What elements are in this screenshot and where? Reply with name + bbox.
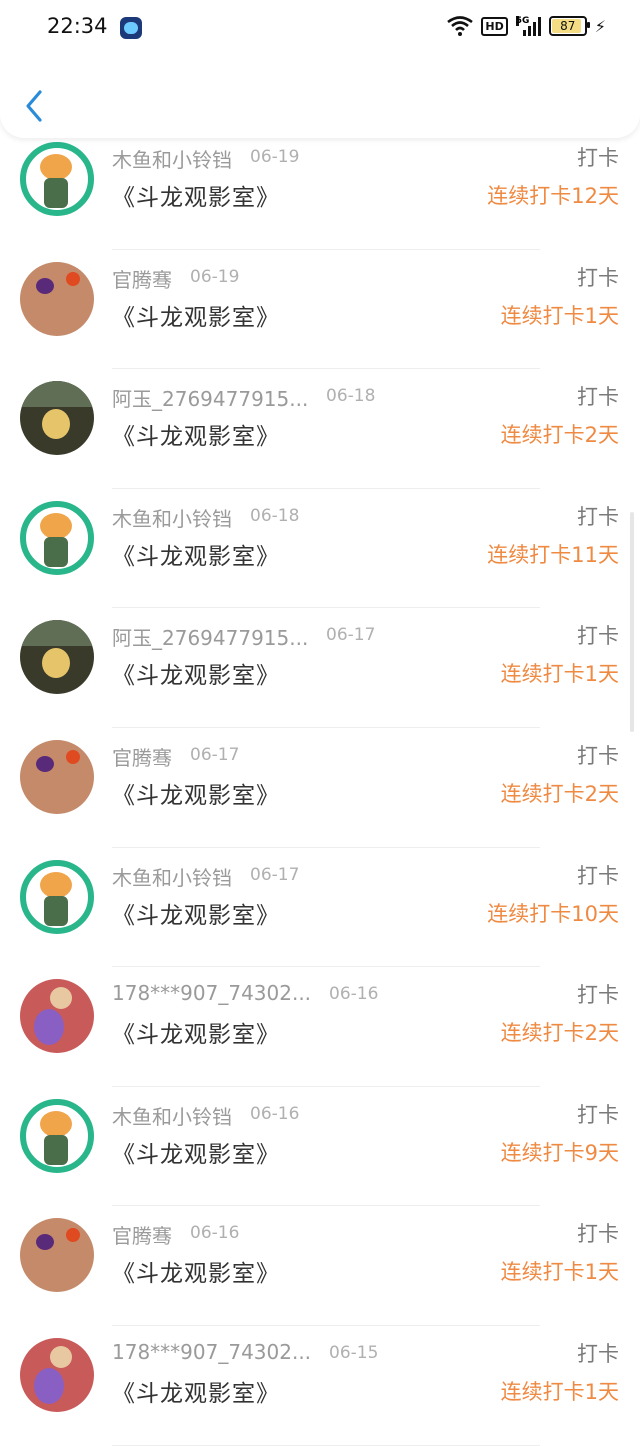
chevron-left-icon[interactable] — [20, 86, 52, 126]
user-name[interactable]: 木鱼和小铃铛 — [112, 1101, 232, 1130]
feed-item[interactable]: 178***907_74302... 06-16 《斗龙观影室》 打卡连续打卡2天 — [0, 967, 640, 1087]
feed-item[interactable]: 官腾骞 06-16 《斗龙观影室》 打卡连续打卡1天 — [0, 1206, 640, 1326]
streak-label: 连续打卡11天 — [487, 542, 619, 567]
status-bar: 22:34 HD 5G 87 ⚡ — [0, 0, 640, 58]
checkin-title[interactable]: 《斗龙观影室》 — [112, 1254, 280, 1288]
feed-item[interactable]: 官腾骞 06-19 《斗龙观影室》 打卡连续打卡1天 — [0, 250, 640, 370]
checkin-date: 06-16 — [190, 1223, 240, 1244]
streak-label: 连续打卡1天 — [500, 303, 619, 328]
avatar[interactable] — [20, 142, 94, 216]
feed-item[interactable]: 阿玉_2769477915... 06-17 《斗龙观影室》 打卡连续打卡1天 — [0, 608, 640, 728]
user-name[interactable]: 木鱼和小铃铛 — [112, 144, 232, 173]
checkin-title[interactable]: 《斗龙观影室》 — [112, 178, 280, 212]
battery-level: 87 — [560, 19, 576, 33]
avatar[interactable] — [20, 979, 94, 1054]
avatar[interactable] — [20, 381, 94, 456]
battery-icon: 87 — [548, 16, 590, 36]
avatar[interactable] — [20, 1098, 94, 1173]
avatar[interactable] — [20, 500, 94, 575]
checkin-date: 06-16 — [250, 1103, 300, 1124]
feed-item[interactable]: 178***907_74302... 06-15 《斗龙观影室》 打卡连续打卡1天 — [0, 1326, 640, 1446]
user-name[interactable]: 阿玉_2769477915... — [112, 383, 308, 412]
checkin-action-label: 打卡 — [577, 385, 619, 410]
scrollbar[interactable] — [630, 512, 634, 732]
user-name[interactable]: 木鱼和小铃铛 — [112, 862, 232, 891]
user-name[interactable]: 木鱼和小铃铛 — [112, 503, 232, 532]
streak-label: 连续打卡2天 — [500, 423, 619, 448]
avatar[interactable] — [20, 261, 94, 336]
checkin-title[interactable]: 《斗龙观影室》 — [112, 656, 280, 690]
checkin-date: 06-18 — [250, 505, 300, 526]
signal-icon: 5G — [515, 16, 541, 36]
feed-item[interactable]: 木鱼和小铃铛 06-19 《斗龙观影室》 打卡连续打卡12天 — [0, 130, 640, 250]
streak-label: 连续打卡1天 — [500, 662, 619, 687]
hd-icon: HD — [481, 16, 508, 36]
checkin-date: 06-18 — [326, 386, 376, 407]
user-name[interactable]: 178***907_74302... — [112, 1340, 311, 1364]
streak-label: 连续打卡12天 — [487, 184, 619, 208]
feed-item[interactable]: 阿玉_2769477915... 06-18 《斗龙观影室》 打卡连续打卡2天 — [0, 369, 640, 489]
checkin-action-label: 打卡 — [577, 146, 619, 170]
streak-label: 连续打卡2天 — [500, 1021, 619, 1046]
avatar[interactable] — [20, 1337, 94, 1412]
checkin-feed-list: 木鱼和小铃铛 06-19 《斗龙观影室》 打卡 连续打卡12天 官腾骞 06-19 《斗龙观影… — [0, 130, 640, 1446]
app-badge-icon — [120, 17, 142, 39]
checkin-date: 06-19 — [250, 147, 300, 167]
user-name[interactable]: 178***907_74302... — [112, 981, 311, 1005]
user-name[interactable]: 阿玉_2769477915... — [112, 622, 308, 651]
network-type-label: 5G — [515, 16, 530, 26]
streak-label: 连续打卡2天 — [500, 781, 619, 806]
user-name[interactable]: 官腾骞 — [112, 1220, 172, 1249]
feed-item[interactable]: 木鱼和小铃铛 06-18 《斗龙观影室》 打卡连续打卡11天 — [0, 489, 640, 609]
streak-label: 连续打卡10天 — [487, 901, 619, 926]
avatar[interactable] — [20, 1218, 94, 1293]
checkin-action-label: 打卡 — [577, 504, 619, 529]
checkin-action-label: 打卡 — [577, 624, 619, 649]
checkin-title[interactable]: 《斗龙观影室》 — [112, 298, 280, 332]
checkin-title[interactable]: 《斗龙观影室》 — [112, 1015, 280, 1049]
checkin-title[interactable]: 《斗龙观影室》 — [112, 537, 280, 571]
feed-item[interactable]: 木鱼和小铃铛 06-17 《斗龙观影室》 打卡连续打卡10天 — [0, 848, 640, 968]
avatar[interactable] — [20, 859, 94, 934]
user-name[interactable]: 官腾骞 — [112, 264, 172, 293]
checkin-action-label: 打卡 — [577, 1102, 619, 1127]
checkin-title[interactable]: 《斗龙观影室》 — [112, 1374, 280, 1408]
checkin-date: 06-17 — [250, 864, 300, 885]
checkin-date: 06-16 — [329, 984, 379, 1005]
streak-label: 连续打卡9天 — [500, 1140, 619, 1165]
top-nav-bar — [0, 58, 640, 138]
checkin-action-label: 打卡 — [577, 1341, 619, 1366]
checkin-action-label: 打卡 — [577, 1222, 619, 1247]
status-icons: HD 5G 87 ⚡ — [447, 16, 606, 36]
streak-label: 连续打卡1天 — [500, 1260, 619, 1285]
checkin-title[interactable]: 《斗龙观影室》 — [112, 417, 280, 451]
checkin-action-label: 打卡 — [577, 743, 619, 768]
checkin-title[interactable]: 《斗龙观影室》 — [112, 776, 280, 810]
wifi-icon — [447, 16, 474, 36]
checkin-date: 06-17 — [326, 625, 376, 646]
checkin-date: 06-17 — [190, 744, 240, 765]
checkin-title[interactable]: 《斗龙观影室》 — [112, 1135, 280, 1169]
streak-label: 连续打卡1天 — [500, 1379, 619, 1404]
checkin-date: 06-19 — [190, 266, 240, 287]
divider — [112, 1444, 540, 1446]
checkin-action-label: 打卡 — [577, 265, 619, 290]
avatar[interactable] — [20, 620, 94, 695]
avatar[interactable] — [20, 739, 94, 814]
user-name[interactable]: 官腾骞 — [112, 742, 172, 771]
checkin-action-label: 打卡 — [577, 863, 619, 888]
checkin-action-label: 打卡 — [577, 983, 619, 1008]
checkin-date: 06-15 — [329, 1342, 379, 1363]
charging-icon: ⚡ — [594, 16, 606, 36]
feed-item[interactable]: 木鱼和小铃铛 06-16 《斗龙观影室》 打卡连续打卡9天 — [0, 1087, 640, 1207]
checkin-title[interactable]: 《斗龙观影室》 — [112, 896, 280, 930]
feed-item[interactable]: 官腾骞 06-17 《斗龙观影室》 打卡连续打卡2天 — [0, 728, 640, 848]
status-time: 22:34 — [47, 14, 108, 38]
